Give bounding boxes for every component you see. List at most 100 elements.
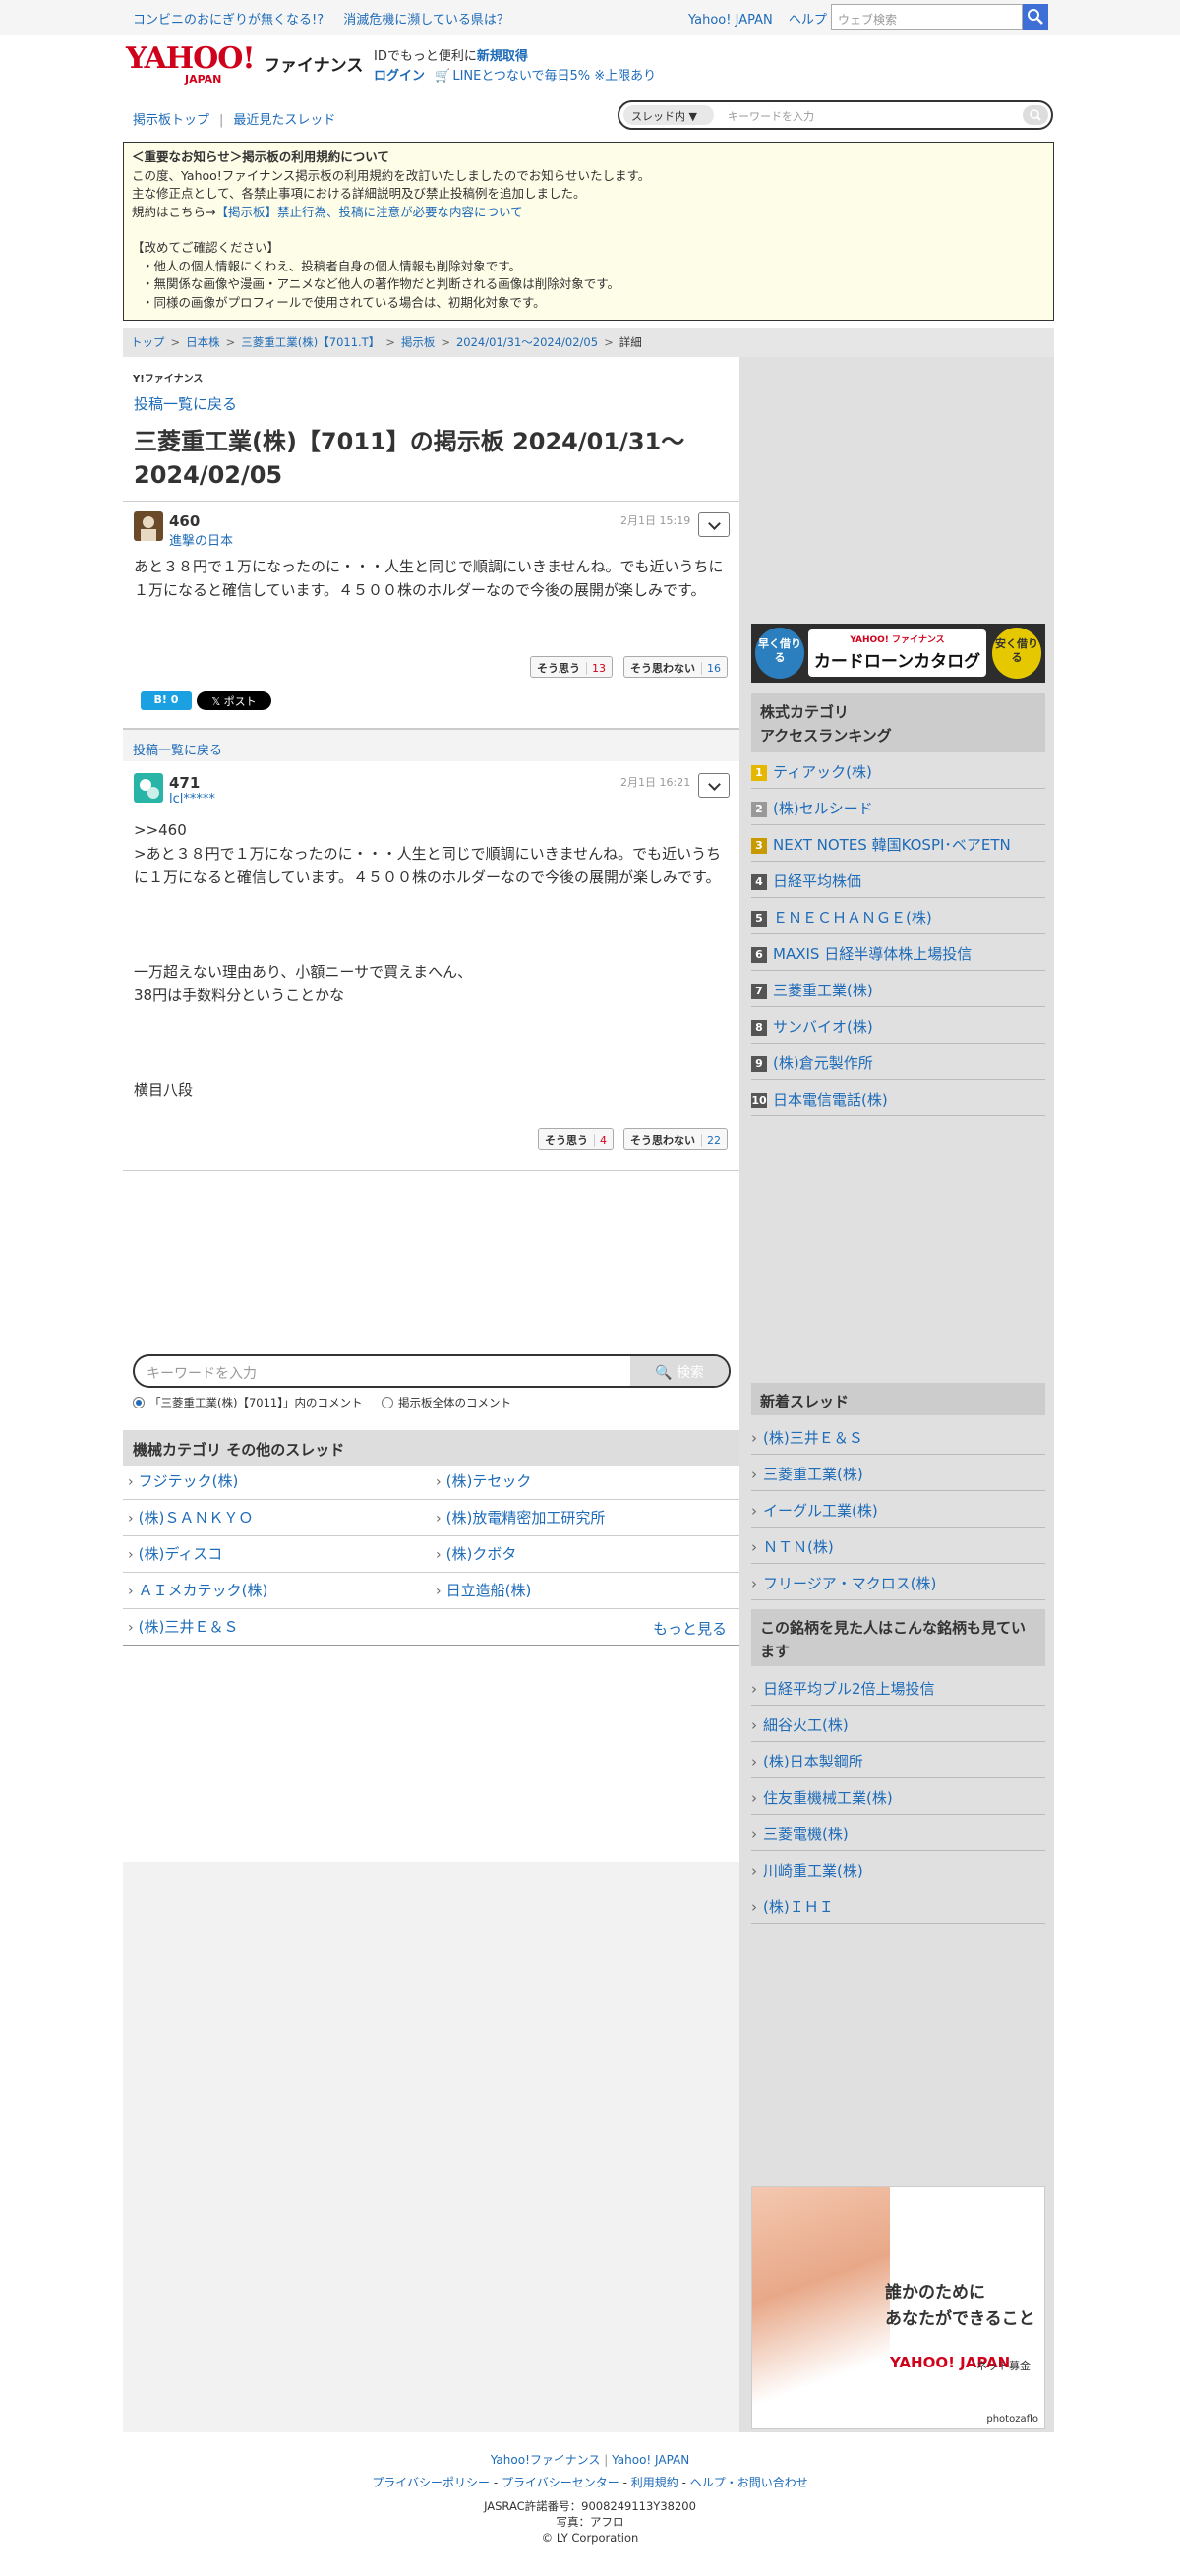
other-thread-link[interactable]: (株)テセック [436, 1470, 532, 1491]
rank-number-badge: 3 [751, 838, 767, 854]
x-post-button[interactable]: 𝕏 ポスト [197, 691, 271, 710]
also-viewed-link[interactable]: 住友重機械工業(株) [751, 1778, 1045, 1815]
comment-search-button[interactable]: 🔍 検索 [630, 1356, 729, 1386]
ad-copy: 誰かのために あなたができること [885, 2280, 1035, 2333]
disagree-count: 16 [701, 662, 721, 675]
disagree-label: そう思わない [630, 662, 695, 675]
agree-count: 4 [594, 1134, 607, 1147]
yahoo-japan-link[interactable]: Yahoo! JAPAN [688, 13, 773, 28]
comment-user-link[interactable]: 進撃の日本 [169, 530, 233, 549]
also-viewed-link[interactable]: 日経平均ブル2倍上場投信 [751, 1669, 1045, 1706]
avatar[interactable] [134, 511, 163, 541]
new-thread-link[interactable]: ＮＴＮ(株) [751, 1528, 1045, 1564]
also-viewed-link[interactable]: 三菱電機(株) [751, 1815, 1045, 1851]
notice-rule-link[interactable]: 【掲示板】禁止行為、投稿に注意が必要な内容について [215, 205, 522, 219]
footer-privacy-link[interactable]: プライバシーポリシー [372, 2476, 490, 2489]
search-scope-select[interactable]: スレッド内 ▼ [623, 105, 714, 125]
recent-threads-link[interactable]: 最近見たスレッド [233, 113, 335, 128]
ranking-item-label: (株)セルシード [773, 800, 873, 817]
new-thread-link[interactable]: フリージア・マクロス(株) [751, 1564, 1045, 1600]
ranking-item[interactable]: 6 MAXIS 日経半導体株上場投信 [751, 934, 1045, 971]
breadcrumb-stock[interactable]: 三菱重工業(株)【7011.T】 [241, 335, 380, 349]
new-thread-link[interactable]: (株)三井Ｅ＆Ｓ [751, 1418, 1045, 1455]
ranking-item[interactable]: 7 三菱重工業(株) [751, 971, 1045, 1007]
new-thread-link[interactable]: 三菱重工業(株) [751, 1455, 1045, 1491]
other-thread-link[interactable]: フジテック(株) [128, 1470, 239, 1491]
other-thread-link[interactable]: (株)三井Ｅ＆Ｓ [128, 1616, 239, 1637]
signup-link[interactable]: 新規取得 [477, 49, 528, 64]
donation-ad-banner[interactable]: 誰かのために あなたができること YAHOO! JAPAN ネット募金 photo… [751, 2186, 1045, 2429]
breadcrumb-top[interactable]: トップ [131, 335, 165, 349]
rank-number-badge: 7 [751, 984, 767, 999]
thread-search-input[interactable]: キーワードを入力 [728, 108, 814, 124]
breadcrumb: トップ > 日本株 > 三菱重工業(株)【7011.T】 > 掲示板 >2024/01/31～… [123, 328, 1054, 357]
also-viewed-link[interactable]: (株)ＩＨＩ [751, 1887, 1045, 1924]
ranking-item[interactable]: 3 NEXT NOTES 韓国KOSPI･ベアETN [751, 825, 1045, 862]
comment-menu-button[interactable] [698, 512, 730, 537]
also-viewed-link[interactable]: 川崎重工業(株) [751, 1851, 1045, 1887]
disagree-button[interactable]: そう思わない 22 [623, 1128, 728, 1150]
ad-badge-left: 早く借りる [755, 628, 804, 679]
ranking-item[interactable]: 4 日経平均株価 [751, 862, 1045, 898]
comment-menu-button[interactable] [698, 773, 730, 798]
ranking-item[interactable]: 1 ティアック(株) [751, 752, 1045, 789]
other-thread-link[interactable]: 日立造船(株) [436, 1580, 532, 1600]
rank-number-badge: 1 [751, 765, 767, 781]
also-viewed-link[interactable]: (株)日本製鋼所 [751, 1742, 1045, 1778]
back-to-list-link[interactable]: 投稿一覧に戻る [133, 744, 222, 758]
disagree-button[interactable]: そう思わない 16 [623, 656, 728, 678]
top-news-link-2[interactable]: 消滅危機に瀕している県は？ [343, 13, 509, 28]
footer-finance-link[interactable]: Yahoo!ファイナンス [491, 2453, 601, 2467]
footer-help-link[interactable]: ヘルプ・お問い合わせ [690, 2476, 808, 2489]
ranking-item[interactable]: 5 ＥＮＥＣＨＡＮＧＥ(株) [751, 898, 1045, 934]
breadcrumb-period[interactable]: 2024/01/31～2024/02/05 [456, 335, 598, 349]
yahoo-finance-logo[interactable]: YAHOO! JAPAN ファイナンス [126, 43, 363, 87]
other-thread-link[interactable]: ＡＩメカテック(株) [128, 1580, 268, 1600]
board-top-link[interactable]: 掲示板トップ [133, 113, 209, 128]
ranking-item-label: MAXIS 日経半導体株上場投信 [773, 945, 973, 963]
ad-yahoo-logo: YAHOO! ファイナンス [850, 635, 945, 645]
thread-search-button[interactable] [1023, 105, 1048, 125]
scope-radio-thread[interactable]: 「三菱重工業(株)【7011】」内のコメント [133, 1395, 363, 1410]
also-viewed-link[interactable]: 細谷火工(株) [751, 1706, 1045, 1742]
ranking-item-label: (株)倉元製作所 [773, 1054, 873, 1072]
ranking-item[interactable]: 8 サンバイオ(株) [751, 1007, 1045, 1044]
other-threads-heading: 機械カテゴリ その他のスレッド [123, 1430, 739, 1466]
agree-button[interactable]: そう思う 4 [538, 1128, 614, 1150]
back-to-list-link[interactable]: 投稿一覧に戻る [134, 393, 237, 414]
cardloan-ad-banner[interactable]: 早く借りる YAHOO! ファイナンス カードローンカタログ 安く借りる [751, 624, 1045, 683]
footer-privacy-center-link[interactable]: プライバシーセンター [502, 2476, 620, 2489]
ranking-item[interactable]: 10 日本電信電話(株) [751, 1080, 1045, 1116]
login-link[interactable]: ログイン [374, 69, 425, 84]
avatar[interactable] [134, 773, 163, 803]
footer-terms-link[interactable]: 利用規約 [631, 2476, 678, 2489]
more-threads-link[interactable]: もっと見る [653, 1618, 727, 1639]
ranking-item-label: NEXT NOTES 韓国KOSPI･ベアETN [773, 836, 1011, 854]
web-search-button[interactable] [1023, 4, 1048, 30]
other-thread-link[interactable]: (株)放電精密加工研究所 [436, 1507, 606, 1528]
new-thread-link[interactable]: イーグル工業(株) [751, 1491, 1045, 1528]
jasrac-number: JASRAC許諾番号：9008249113Y38200 [484, 2499, 696, 2513]
scope-radio-all[interactable]: 掲示板全体のコメント [382, 1395, 511, 1410]
comment-user-link[interactable]: lcl***** [169, 792, 215, 807]
top-news-link-1[interactable]: コンビニのおにぎりが無くなる!? [133, 13, 324, 28]
comment-number[interactable]: 471 [169, 774, 200, 792]
breadcrumb-board[interactable]: 掲示板 [401, 335, 436, 349]
ranking-item[interactable]: 2 (株)セルシード [751, 789, 1045, 825]
disagree-count: 22 [701, 1134, 721, 1147]
ranking-item[interactable]: 9 (株)倉元製作所 [751, 1044, 1045, 1080]
web-search-input[interactable]: ウェブ検索 [831, 4, 1023, 30]
ad-copy-line: あなたができること [885, 2309, 1035, 2329]
other-thread-link[interactable]: (株)ディスコ [128, 1543, 223, 1564]
comment-search-input[interactable]: キーワードを入力 [147, 1363, 257, 1383]
breadcrumb-japan-stocks[interactable]: 日本株 [186, 335, 220, 349]
line-promo-link[interactable]: LINEとつないで毎日5% ※上限あり [452, 69, 656, 84]
other-thread-link[interactable]: (株)クボタ [436, 1543, 517, 1564]
other-thread-link[interactable]: (株)ＳＡＮＫＹＯ [128, 1507, 254, 1528]
hatena-bookmark-button[interactable]: B! 0 [141, 691, 192, 710]
comment-number[interactable]: 460 [169, 512, 200, 530]
comment-body: >>460 >あと３８円で１万になったのに・・・人生と同じで順調にいきませんね。… [134, 821, 722, 1099]
footer-yahoo-link[interactable]: Yahoo! JAPAN [612, 2453, 689, 2467]
agree-button[interactable]: そう思う 13 [530, 656, 613, 678]
help-link[interactable]: ヘルプ [789, 13, 827, 28]
